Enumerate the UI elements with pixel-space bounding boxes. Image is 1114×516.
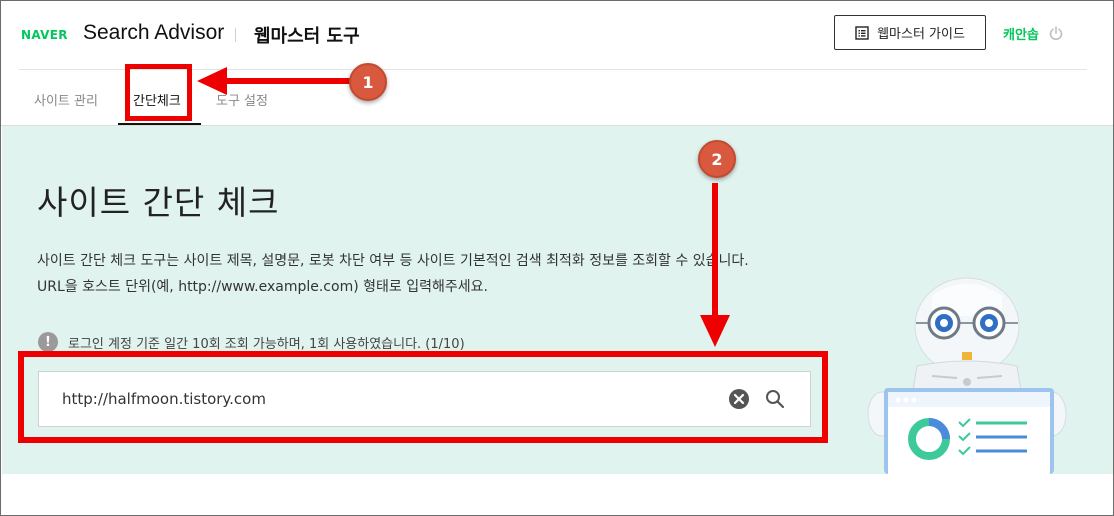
browser-frame: NAVER Search Advisor 웹마스터 도구 웹마스터 가이드 캐안… <box>0 0 1114 516</box>
webmaster-guide-label: 웹마스터 가이드 <box>877 27 965 42</box>
simple-check-panel: 사이트 간단 체크 사이트 간단 체크 도구는 사이트 제목, 설명문, 로봇 … <box>2 126 1113 474</box>
description-line-1: 사이트 간단 체크 도구는 사이트 제목, 설명문, 로봇 차단 여부 등 사이… <box>37 253 749 269</box>
description-line-2: URL을 호스트 단위(예, http://www.example.com) 형… <box>37 279 488 295</box>
footer-area <box>2 474 1113 515</box>
tool-name[interactable]: 웹마스터 도구 <box>254 22 360 48</box>
page-title: 사이트 간단 체크 <box>37 183 280 222</box>
url-search-box <box>38 371 811 427</box>
search-icon[interactable] <box>764 388 786 410</box>
tab-simple-check[interactable]: 간단체크 <box>133 90 181 109</box>
tab-site-management[interactable]: 사이트 관리 <box>34 90 98 109</box>
user-name[interactable]: 캐안솝 <box>1003 24 1039 43</box>
annotation-badge-2: 2 <box>698 140 736 178</box>
robot-mascot-illustration <box>867 277 1067 474</box>
usage-notice-text: 로그인 계정 기준 일간 10회 조회 가능하며, 1회 사용하였습니다. (1… <box>68 336 465 352</box>
usage-notice: ! 로그인 계정 기준 일간 10회 조회 가능하며, 1회 사용하였습니다. … <box>38 332 465 352</box>
url-input[interactable] <box>39 372 728 426</box>
info-icon: ! <box>38 332 58 352</box>
header-separator <box>235 28 236 42</box>
tab-tool-settings[interactable]: 도구 설정 <box>216 90 268 109</box>
header: NAVER Search Advisor 웹마스터 도구 웹마스터 가이드 캐안… <box>1 1 1113 69</box>
clear-icon[interactable] <box>728 388 750 410</box>
document-list-icon <box>855 25 869 40</box>
tab-bar: 사이트 관리 간단체크 도구 설정 <box>1 70 1113 126</box>
product-name[interactable]: Search Advisor <box>83 21 224 45</box>
naver-logo[interactable]: NAVER <box>21 28 68 42</box>
annotation-badge-1: 1 <box>349 63 387 101</box>
power-icon[interactable] <box>1048 25 1064 41</box>
webmaster-guide-button[interactable]: 웹마스터 가이드 <box>834 15 986 50</box>
